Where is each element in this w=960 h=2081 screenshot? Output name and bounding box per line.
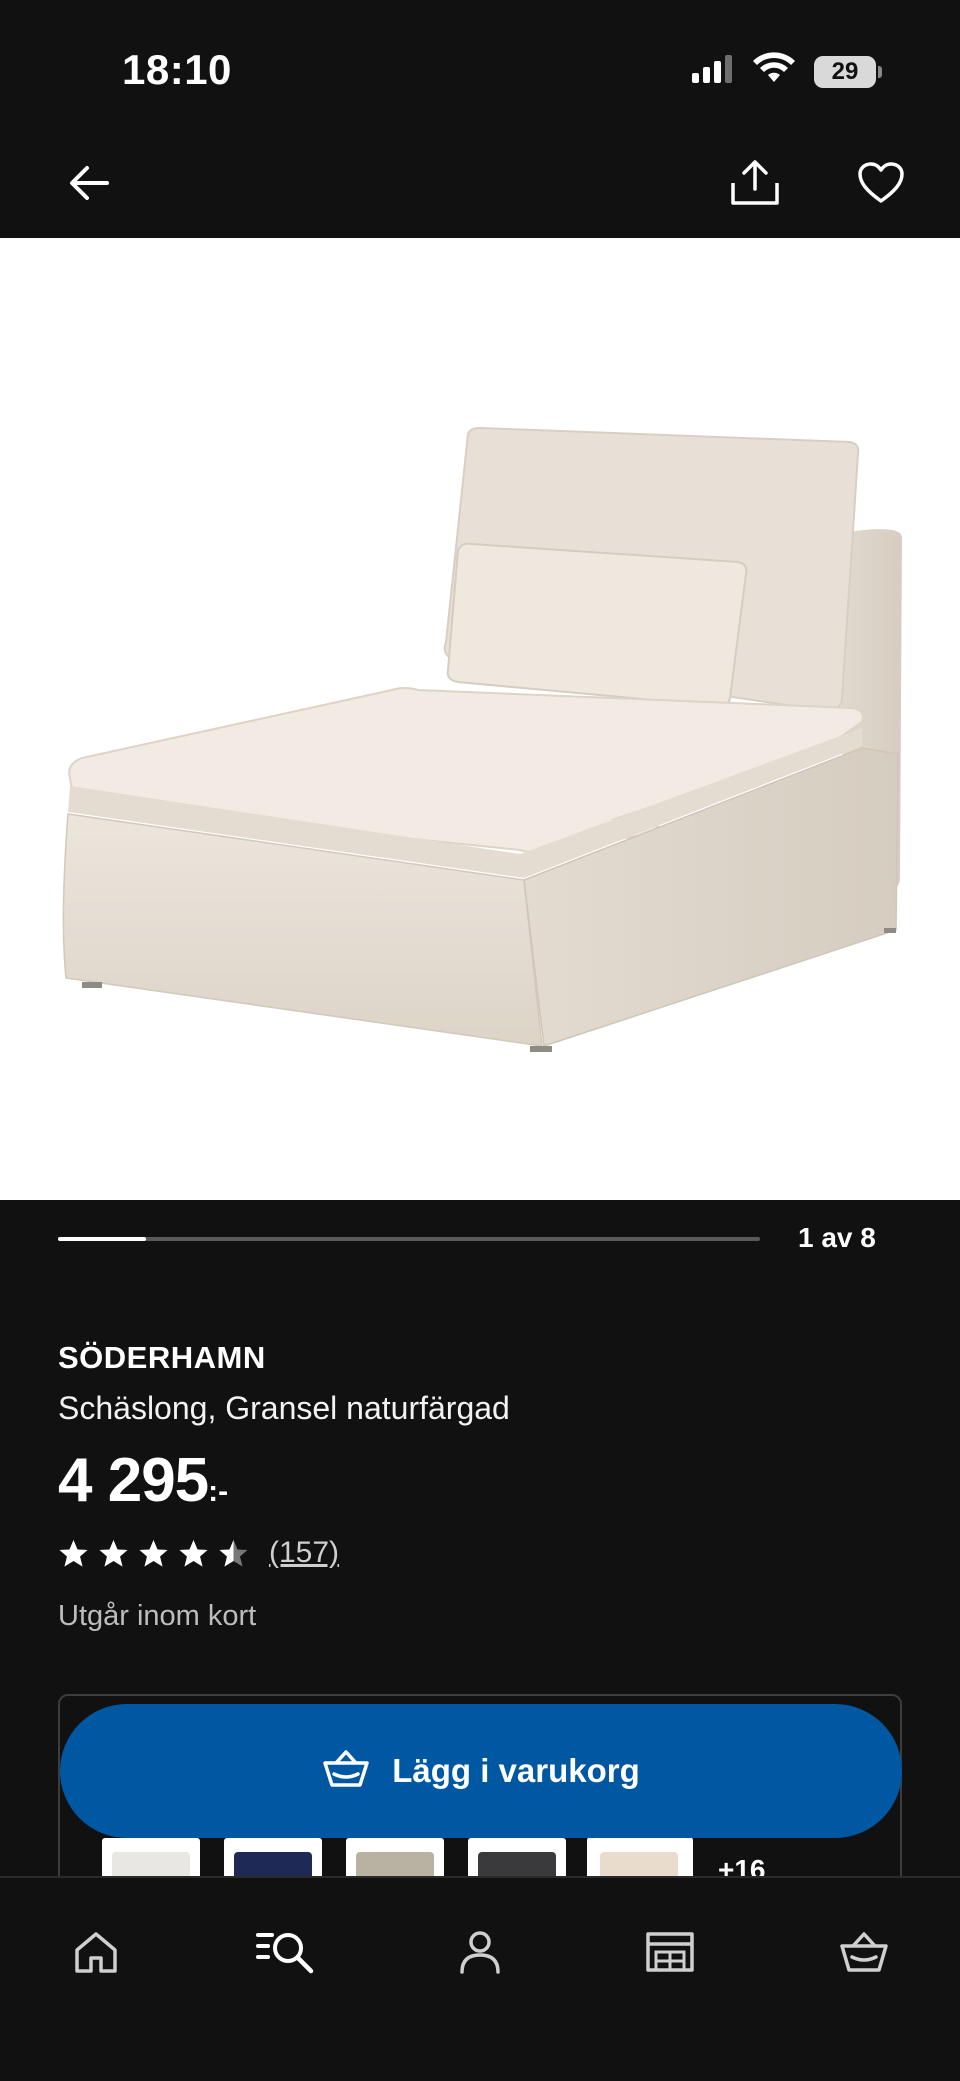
share-button[interactable]	[710, 140, 800, 230]
product-image[interactable]	[0, 238, 960, 1200]
product-price: 4 295:-	[58, 1445, 918, 1516]
favorite-button[interactable]	[836, 140, 926, 230]
tab-store[interactable]	[630, 1914, 710, 1994]
star-icon	[59, 1539, 88, 1566]
product-rating[interactable]: (157)	[58, 1536, 918, 1570]
rating-count-link[interactable]: (157)	[269, 1536, 339, 1570]
star-icon	[219, 1539, 248, 1566]
wifi-icon	[752, 52, 796, 91]
image-pager: 1 av 8	[0, 1200, 960, 1280]
basket-icon	[839, 1930, 889, 1979]
add-to-cart-button[interactable]: Lägg i varukorg	[60, 1704, 902, 1838]
battery-icon: 29	[814, 55, 882, 88]
star-icon	[99, 1539, 128, 1566]
top-nav	[0, 140, 960, 238]
status-time: 18:10	[122, 46, 232, 93]
tab-cart[interactable]	[824, 1914, 904, 1994]
gallery-count: 1 av 8	[798, 1222, 876, 1253]
gallery-progress-fill	[58, 1237, 146, 1241]
back-button[interactable]	[44, 140, 134, 230]
signal-icon	[690, 53, 734, 90]
status-icons: 29	[690, 52, 882, 91]
tab-profile[interactable]	[440, 1914, 520, 1994]
price-amount: 4 295	[58, 1446, 209, 1515]
profile-icon	[458, 1929, 502, 1980]
product-description: Schäslong, Gransel naturfärgad	[58, 1390, 510, 1426]
add-to-cart-label: Lägg i varukorg	[392, 1752, 640, 1789]
heart-icon	[857, 161, 905, 210]
product-info: SÖDERHAMN Schäslong, Gransel naturfärgad…	[58, 1340, 918, 1633]
star-icon	[179, 1539, 208, 1566]
share-icon	[729, 159, 781, 212]
status-bar: 18:10 29	[0, 0, 960, 140]
store-icon	[644, 1930, 696, 1979]
tab-search[interactable]	[246, 1914, 326, 1994]
basket-icon	[322, 1749, 370, 1794]
bottom-tab-bar	[0, 1876, 960, 2081]
search-list-icon	[256, 1929, 316, 1980]
availability-text: Utgår inom kort	[58, 1600, 257, 1632]
star-icon	[139, 1539, 168, 1566]
product-brand: SÖDERHAMN	[58, 1340, 266, 1375]
chaise-longue-image	[62, 426, 902, 1052]
tab-home[interactable]	[56, 1914, 136, 1994]
gallery-progress-track	[58, 1237, 760, 1241]
price-suffix: :-	[208, 1475, 229, 1508]
rating-stars	[58, 1539, 249, 1568]
back-arrow-icon	[67, 163, 111, 208]
home-icon	[73, 1930, 119, 1979]
